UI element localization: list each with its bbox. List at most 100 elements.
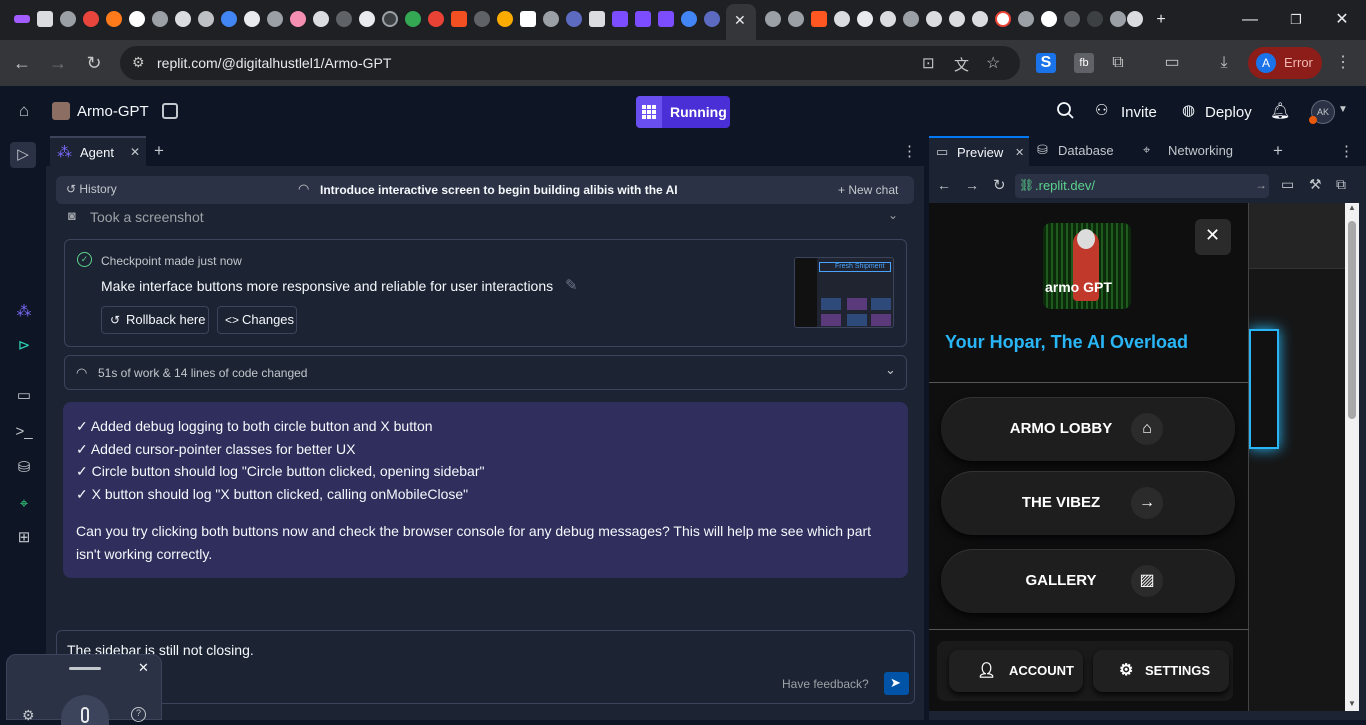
send-button[interactable]: ➤ <box>884 672 909 695</box>
tab-favicon[interactable] <box>359 11 375 27</box>
scroll-up-icon[interactable]: ▲ <box>1348 203 1356 212</box>
tab-networking[interactable]: ⌖ Networking <box>1141 136 1261 166</box>
reload-icon[interactable]: ↻ <box>81 50 107 76</box>
close-icon[interactable]: ✕ <box>130 145 140 159</box>
preview-scrollbar[interactable]: ▲ ▼ <box>1345 203 1359 711</box>
deploy-button[interactable]: ◍ Deploy <box>1174 96 1260 128</box>
back-icon[interactable]: ← <box>9 50 35 76</box>
close-icon[interactable]: ✕ <box>1015 146 1024 159</box>
panel-menu-icon[interactable]: ⋮ <box>902 142 917 160</box>
tab-preview[interactable]: ▭ Preview ✕ <box>929 136 1029 166</box>
tab-favicon[interactable] <box>880 11 896 27</box>
side-panel-icon[interactable]: ▭ <box>1162 53 1182 73</box>
search-icon[interactable] <box>1056 101 1076 121</box>
forward-icon[interactable]: → <box>965 177 979 193</box>
tab-agent[interactable]: ⁂ Agent ✕ <box>50 136 146 166</box>
all-tools-icon[interactable]: ⊞ <box>14 528 34 548</box>
tab-favicon[interactable] <box>313 11 329 27</box>
tab-favicon[interactable] <box>543 11 559 27</box>
devtools-icon[interactable]: ⚒ <box>1309 176 1322 193</box>
tab-favicon[interactable] <box>566 11 582 27</box>
minimize-icon[interactable]: — <box>1240 10 1260 30</box>
new-tab-icon[interactable]: + <box>1151 10 1171 30</box>
home-icon[interactable]: ⌂ <box>14 101 34 121</box>
bell-icon[interactable]: 🔔︎ <box>1270 101 1290 121</box>
tab-favicon[interactable] <box>474 11 490 27</box>
translate-icon[interactable]: 文 <box>954 54 969 75</box>
install-icon[interactable]: ⊡ <box>922 54 935 72</box>
download-icon[interactable]: ⤓ <box>1214 53 1234 73</box>
account-button[interactable]: 👤︎ ACCOUNT <box>949 650 1083 692</box>
chevron-down-icon[interactable]: ▼ <box>1338 104 1348 115</box>
tab-favicon[interactable] <box>451 11 467 27</box>
tab-favicon[interactable] <box>290 11 306 27</box>
go-arrow-icon[interactable]: → <box>1255 178 1267 192</box>
invite-button[interactable]: ⚇ Invite <box>1090 96 1162 128</box>
tab-favicon[interactable] <box>995 11 1011 27</box>
database-icon[interactable]: ⛁ <box>14 458 34 478</box>
agent-icon[interactable]: ⁂ <box>14 302 34 322</box>
tab-favicon[interactable] <box>152 11 168 27</box>
chat-input[interactable]: The sidebar is still not closing. Have f… <box>56 630 915 704</box>
tab-favicon[interactable] <box>106 11 122 27</box>
project-info-icon[interactable] <box>162 103 178 119</box>
tab-favicon[interactable] <box>681 11 697 27</box>
tab-favicon[interactable] <box>1087 11 1103 27</box>
microphone-button[interactable] <box>61 695 109 725</box>
tab-favicon[interactable] <box>926 11 942 27</box>
tab-favicon[interactable] <box>221 11 237 27</box>
project-name[interactable]: Armo-GPT <box>77 103 149 120</box>
project-avatar[interactable] <box>52 102 70 120</box>
tab-favicon[interactable] <box>1041 11 1057 27</box>
tab-favicon[interactable] <box>589 11 605 27</box>
nav-armo-lobby[interactable]: ARMO LOBBY ⌂ <box>941 397 1235 461</box>
tab-favicon[interactable] <box>1110 11 1126 27</box>
scroll-down-icon[interactable]: ▼ <box>1348 699 1356 708</box>
tab-favicon[interactable] <box>129 11 145 27</box>
restore-icon[interactable]: ❐ <box>1286 10 1306 30</box>
tab-favicon[interactable] <box>834 11 850 27</box>
networking-icon[interactable]: ⌖ <box>14 494 34 514</box>
close-window-icon[interactable]: ✕ <box>1332 10 1352 30</box>
close-tab-icon[interactable]: ✕ <box>734 12 746 29</box>
tab-favicon[interactable] <box>428 11 444 27</box>
nav-gallery[interactable]: GALLERY ▨ <box>941 549 1235 613</box>
preview-icon[interactable]: ▭ <box>14 386 34 406</box>
close-sidebar-button[interactable]: ✕ <box>1195 219 1231 255</box>
extension-icon[interactable]: fb <box>1074 53 1094 73</box>
run-button[interactable]: Running <box>636 96 730 128</box>
tab-favicon[interactable] <box>336 11 352 27</box>
address-bar[interactable]: ⚙ replit.com/@digitalhustlel1/Armo-GPT ⊡… <box>120 46 1020 80</box>
add-tab-icon[interactable]: + <box>154 141 164 161</box>
tab-favicon[interactable] <box>244 11 260 27</box>
tab-favicon[interactable] <box>949 11 965 27</box>
back-icon[interactable]: ← <box>937 177 951 193</box>
bookmark-star-icon[interactable]: ☆ <box>986 53 1000 73</box>
scrollbar-thumb[interactable] <box>1348 221 1356 419</box>
extensions-puzzle-icon[interactable]: ⧉ <box>1108 53 1128 73</box>
tab-favicon[interactable] <box>903 11 919 27</box>
tab-favicon[interactable] <box>1127 11 1143 27</box>
tab-favicon[interactable] <box>267 11 283 27</box>
active-tab[interactable]: ✕ <box>726 4 756 40</box>
tab-favicon[interactable] <box>497 11 513 27</box>
nav-the-vibez[interactable]: THE VIBEZ → <box>941 471 1235 535</box>
tab-favicon[interactable] <box>175 11 191 27</box>
tab-favicon[interactable] <box>788 11 804 27</box>
edit-pencil-icon[interactable]: ✎ <box>565 276 578 294</box>
tab-favicon[interactable] <box>14 15 30 23</box>
preview-url-field[interactable]: ⛓ .replit.dev/ → <box>1015 174 1269 198</box>
panel-menu-icon[interactable]: ⋮ <box>1339 142 1354 160</box>
tab-favicon[interactable] <box>857 11 873 27</box>
settings-button[interactable]: ⚙ SETTINGS <box>1093 650 1229 692</box>
open-new-tab-icon[interactable]: ⧉ <box>1336 176 1346 193</box>
forward-icon[interactable]: → <box>45 50 71 76</box>
gear-icon[interactable]: ⚙ <box>22 707 35 724</box>
site-info-icon[interactable]: ⚙ <box>132 54 145 71</box>
tab-favicon[interactable] <box>1064 11 1080 27</box>
tab-favicon[interactable] <box>658 11 674 27</box>
changes-button[interactable]: <> Changes <box>217 306 297 334</box>
tab-favicon[interactable] <box>60 11 76 27</box>
tab-favicon[interactable] <box>612 11 628 27</box>
work-summary-row[interactable]: ◠ 51s of work & 14 lines of code changed… <box>64 355 907 390</box>
